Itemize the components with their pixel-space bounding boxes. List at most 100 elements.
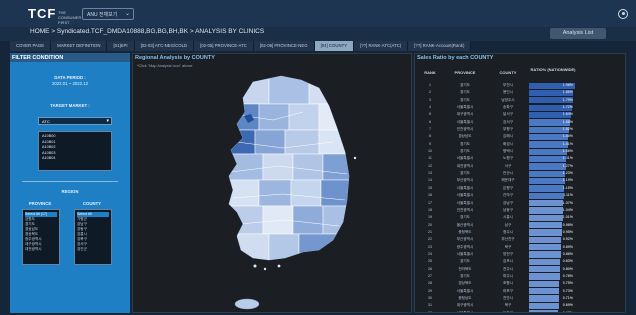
user-icon[interactable]	[618, 9, 628, 19]
table-row[interactable]: 18 인천광역시 남동구 1.04%	[415, 207, 625, 214]
table-row[interactable]: 12 대전광역시 서구 1.27%	[415, 163, 625, 170]
table-row[interactable]: 3 경기도 남양주시 1.79%	[415, 97, 625, 104]
table-row[interactable]: 7 인천광역시 부평구 1.52%	[415, 126, 625, 133]
county-cell: 부산진구	[501, 237, 515, 242]
rank-cell: 7	[429, 127, 431, 132]
county-cell: 마포구	[503, 288, 513, 293]
county-cell: 노원구	[503, 156, 513, 161]
rank-cell: 3	[429, 97, 431, 102]
tab-rank-account[interactable]: [??] RANK-Account(Rank)	[408, 41, 472, 51]
table-row[interactable]: 9 경기도 화성시 1.41%	[415, 141, 625, 148]
ratio-value: 1.04%	[562, 207, 573, 212]
data-period-value: 2022.01 ~ 2022.12	[52, 81, 88, 86]
province-cell: 울산광역시	[456, 222, 474, 227]
table-row[interactable]: 32 서울특별시 동작구 0.67%	[415, 310, 625, 313]
tab-cover-page[interactable]: COVER PAGE	[10, 41, 52, 51]
county-cell: 화성시	[503, 141, 513, 146]
ratio-value: 1.31%	[562, 156, 573, 161]
project-select-value: ANU 전체보기	[87, 12, 118, 18]
table-row[interactable]: 28 경상북도 포항시 0.75%	[415, 280, 625, 288]
province-cell: 서울특별시	[456, 288, 474, 293]
jeju-island[interactable]	[234, 298, 260, 310]
county-cell: 남동구	[503, 207, 513, 212]
table-row[interactable]: 13 경기도 안산시 1.23%	[415, 170, 625, 177]
tab-rank-atc[interactable]: [??] RANK-ATC(ATC)	[354, 41, 409, 51]
rank-cell: 30	[428, 295, 432, 300]
table-row[interactable]: 2 경기도 용인시 1.86%	[415, 89, 625, 97]
county-cell: 평택시	[503, 149, 513, 154]
market-list[interactable]: A10B00 A10B01 A10B02 A10B03 A10B04	[38, 131, 112, 171]
ratio-value: 1.36%	[562, 149, 573, 154]
rank-cell: 28	[428, 281, 432, 286]
table-row[interactable]: 31 대구광역시 북구 0.69%	[415, 302, 625, 310]
table-row[interactable]: 25 경기도 김포시 0.83%	[415, 258, 625, 266]
market-select[interactable]: ATC ▾	[38, 117, 112, 125]
table-row[interactable]: 14 부산광역시 해운대구 1.19%	[415, 177, 625, 185]
column-header[interactable]: COUNTY	[489, 70, 527, 75]
tab-county[interactable]: [04] COUNTY	[314, 41, 355, 51]
project-select[interactable]: ANU 전체보기 ⌄	[82, 8, 134, 20]
ratio-value: 1.11%	[563, 193, 573, 198]
column-header[interactable]: RANK	[419, 70, 441, 75]
list-item[interactable]: A10B04	[42, 156, 108, 162]
province-cell: 경기도	[460, 83, 470, 87]
island	[263, 267, 267, 271]
province-cell: 광주광역시	[456, 244, 474, 249]
table-row[interactable]: 21 충청북도 청주시 0.95%	[415, 229, 625, 236]
table-row[interactable]: 16 서울특별시 관악구 1.11%	[415, 192, 625, 199]
table-row[interactable]: 6 서울특별시 강서구 1.58%	[415, 119, 625, 126]
ratio-value: 1.86%	[562, 90, 573, 95]
region-label: REGION	[61, 189, 79, 194]
ratio-value: 0.67%	[562, 310, 573, 313]
rank-cell: 31	[428, 303, 432, 308]
target-market-label: TARGET MARKET :	[50, 103, 90, 108]
column-header[interactable]: RATIO% (NATIONWIDE)	[529, 67, 577, 72]
table-row[interactable]: 10 경기도 평택시 1.36%	[415, 148, 625, 155]
tab-market-definition[interactable]: MARKET DEFINITION	[51, 41, 108, 51]
county-cell: 김해시	[503, 134, 513, 139]
table-row[interactable]: 30 충청남도 천안시 0.71%	[415, 295, 625, 302]
province-cell: 경기도	[460, 215, 470, 220]
province-list[interactable]: Select All (17) 강원도 경기도 경상남도 경상북도 광주광역시 …	[22, 209, 60, 265]
table-row[interactable]: 20 울산광역시 남구 0.98%	[415, 222, 625, 229]
logo-subtitle: THE CONSUMER FIRST	[58, 10, 82, 25]
county-cell: 용인시	[503, 90, 513, 95]
ratio-value: 1.15%	[562, 185, 573, 190]
tab-province-atc[interactable]: [02-05] PROVINCE-ATC	[194, 41, 254, 51]
county-cell: 서구	[504, 163, 512, 168]
map-panel: Regional Analysis by COUNTY *Click "Map …	[132, 53, 412, 313]
table-row[interactable]: 23 광주광역시 북구 0.89%	[415, 244, 625, 251]
ratio-value: 0.95%	[562, 229, 573, 234]
table-row[interactable]: 5 대구광역시 달서구 1.64%	[415, 111, 625, 119]
table-row[interactable]: 4 서울특별시 송파구 1.72%	[415, 104, 625, 111]
rank-cell: 2	[429, 90, 431, 95]
tab-kpi[interactable]: [01]KPI	[107, 41, 135, 51]
table-row[interactable]: 26 전라북도 전주시 0.80%	[415, 266, 625, 273]
county-list[interactable]: Select All 가평군 강남구 강동구 강릉시 강북구 강서구 강진군	[74, 209, 112, 265]
table-row[interactable]: 27 경기도 파주시 0.78%	[415, 273, 625, 280]
table-row[interactable]: 1 경기도 부천시 1.98%	[415, 82, 625, 89]
tab-atc-neg[interactable]: [02-03] ATC-NEG/COLD	[134, 41, 195, 51]
table-row[interactable]: 15 서울특별시 은평구 1.15%	[415, 185, 625, 192]
table-row[interactable]: 29 서울특별시 마포구 0.73%	[415, 288, 625, 295]
korea-map[interactable]	[133, 54, 413, 314]
table-row[interactable]: 22 부산광역시 부산진구 0.92%	[415, 236, 625, 244]
table-row[interactable]: 8 경상남도 김해시 1.46%	[415, 133, 625, 141]
table-row[interactable]: 24 서울특별시 양천구 0.86%	[415, 251, 625, 258]
tab-province-neg[interactable]: [02-06] PROVINCE-NEG	[253, 41, 315, 51]
map-title: Regional Analysis by COUNTY	[135, 55, 215, 61]
column-header[interactable]: PROVINCE	[445, 70, 485, 75]
table-row[interactable]: 17 서울특별시 강남구 1.07%	[415, 200, 625, 207]
top-bar: TCF THE CONSUMER FIRST ANU 전체보기 ⌄	[0, 0, 636, 27]
list-item[interactable]: 강진군	[77, 247, 109, 252]
table-header: RANK PROVINCE COUNTY RATIO% (NATIONWIDE)	[415, 66, 625, 80]
list-item[interactable]: 대전광역시	[25, 247, 57, 252]
table-row[interactable]: 11 서울특별시 노원구 1.31%	[415, 155, 625, 163]
province-cell: 인천광역시	[456, 207, 474, 212]
province-cell: 서울특별시	[456, 156, 474, 161]
province-cell: 경기도	[460, 97, 470, 102]
province-cell: 서울특별시	[456, 193, 474, 198]
table-row[interactable]: 19 경기도 시흥시 1.01%	[415, 214, 625, 221]
analysis-list-button[interactable]: Analysis List	[550, 28, 606, 39]
county-cell: 안산시	[503, 171, 513, 176]
